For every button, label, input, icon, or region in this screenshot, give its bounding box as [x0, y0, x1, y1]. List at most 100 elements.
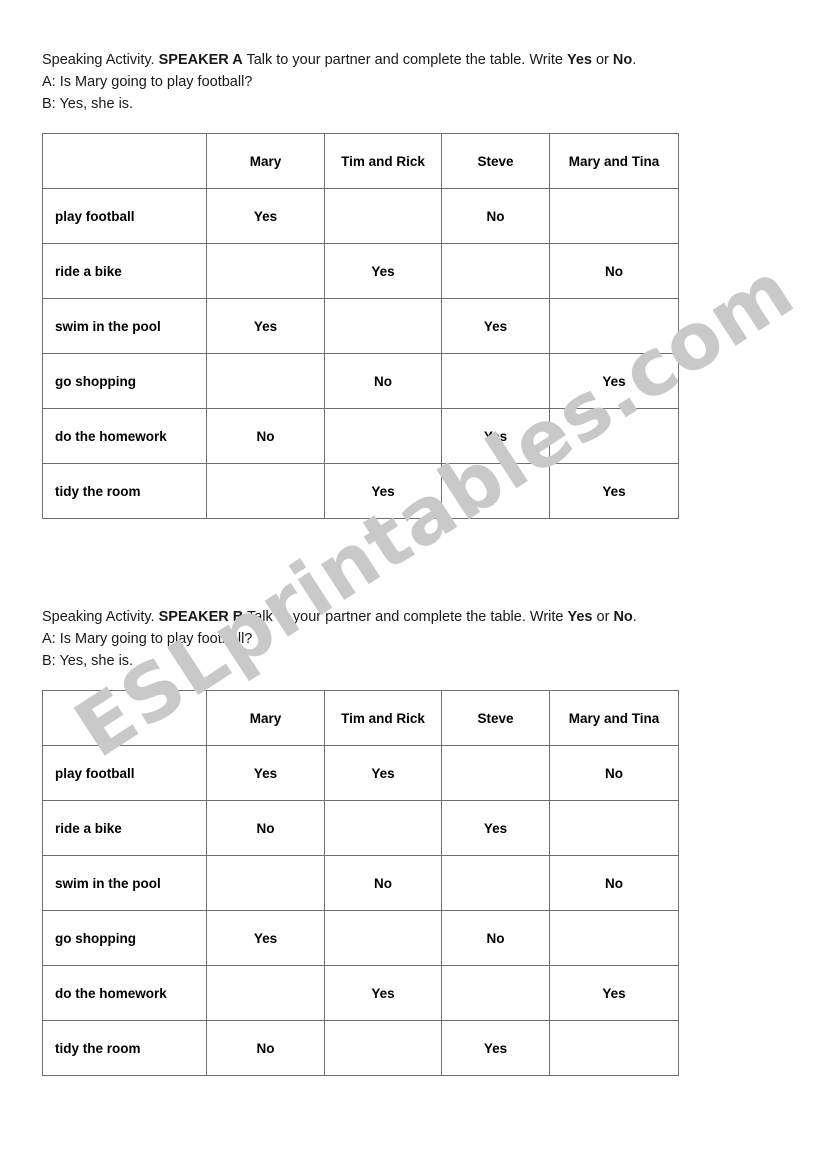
table-row: tidy the room Yes Yes [42, 463, 679, 519]
answer-cell[interactable] [206, 965, 325, 1021]
speaker-b-table-wrapper: Mary Tim and Rick Steve Mary and Tina pl… [42, 690, 679, 1076]
speaker-b-dialog-answer: B: Yes, she is. [42, 653, 134, 669]
speaker-b-instructions: Speaking Activity. SPEAKER B Talk to you… [42, 607, 742, 628]
speaker-a-table-wrapper: Mary Tim and Rick Steve Mary and Tina pl… [42, 133, 679, 519]
row-label: play football [42, 188, 207, 244]
answer-cell[interactable] [441, 855, 550, 911]
row-label: do the homework [42, 408, 207, 464]
table-row: ride a bike Yes No [42, 243, 679, 299]
answer-cell[interactable] [549, 298, 679, 354]
answer-cell[interactable]: Yes [206, 745, 325, 801]
speaker-a-dialog-answer: B: Yes, she is. [42, 96, 134, 112]
answer-cell[interactable] [324, 188, 442, 244]
answer-cell[interactable]: Yes [441, 298, 550, 354]
table-header-mary: Mary [206, 690, 325, 746]
table-row: go shopping No Yes [42, 353, 679, 409]
table-row: swim in the pool No No [42, 855, 679, 911]
speaker-a-table-body: play football Yes No ride a bike Yes No [42, 188, 679, 519]
answer-cell[interactable]: No [206, 1020, 325, 1076]
answer-cell[interactable] [441, 243, 550, 299]
row-label: tidy the room [42, 1020, 207, 1076]
answer-cell[interactable] [324, 910, 442, 966]
answer-cell[interactable] [206, 243, 325, 299]
answer-cell[interactable]: No [206, 800, 325, 856]
answer-cell[interactable]: No [549, 745, 679, 801]
table-row: play football Yes Yes No [42, 745, 679, 801]
answer-cell[interactable] [441, 463, 550, 519]
intro-middle: Talk to your partner and complete the ta… [243, 609, 568, 625]
answer-cell[interactable] [324, 1020, 442, 1076]
answer-cell[interactable]: Yes [206, 298, 325, 354]
answer-cell[interactable]: Yes [441, 408, 550, 464]
intro-no: No [613, 609, 633, 625]
answer-cell[interactable]: No [441, 910, 550, 966]
intro-prefix: Speaking Activity. [42, 52, 159, 68]
table-header-tim-and-rick: Tim and Rick [324, 133, 442, 189]
speaker-b-dialog-question: A: Is Mary going to play football? [42, 631, 253, 647]
table-corner-cell [42, 690, 207, 746]
answer-cell[interactable] [549, 188, 679, 244]
speaker-a-table-head: Mary Tim and Rick Steve Mary and Tina [42, 133, 679, 189]
table-header-mary-and-tina: Mary and Tina [549, 133, 679, 189]
answer-cell[interactable]: Yes [441, 800, 550, 856]
answer-cell[interactable]: Yes [206, 910, 325, 966]
speaker-a-dialog-question: A: Is Mary going to play football? [42, 74, 253, 90]
answer-cell[interactable]: No [206, 408, 325, 464]
answer-cell[interactable] [206, 855, 325, 911]
table-row: ride a bike No Yes [42, 800, 679, 856]
intro-end: . [632, 609, 637, 625]
intro-yes: Yes [567, 609, 593, 625]
answer-cell[interactable] [549, 408, 679, 464]
answer-cell[interactable]: Yes [324, 965, 442, 1021]
answer-cell[interactable] [441, 745, 550, 801]
row-label: ride a bike [42, 800, 207, 856]
answer-cell[interactable] [206, 463, 325, 519]
answer-cell[interactable]: No [324, 855, 442, 911]
answer-cell[interactable] [549, 800, 679, 856]
intro-no: No [612, 52, 633, 68]
table-header-mary-and-tina: Mary and Tina [549, 690, 679, 746]
answer-cell[interactable]: No [441, 188, 550, 244]
table-header-row: Mary Tim and Rick Steve Mary and Tina [42, 690, 679, 746]
answer-cell[interactable]: Yes [549, 463, 679, 519]
answer-cell[interactable]: Yes [549, 965, 679, 1021]
answer-cell[interactable] [206, 353, 325, 409]
row-label: do the homework [42, 965, 207, 1021]
table-row: tidy the room No Yes [42, 1020, 679, 1076]
table-row: play football Yes No [42, 188, 679, 244]
row-label: swim in the pool [42, 855, 207, 911]
row-label: go shopping [42, 910, 207, 966]
answer-cell[interactable]: Yes [324, 463, 442, 519]
answer-cell[interactable] [441, 965, 550, 1021]
table-header-mary: Mary [206, 133, 325, 189]
intro-yes: Yes [566, 52, 592, 68]
intro-or: or [592, 609, 614, 625]
answer-cell[interactable]: Yes [324, 745, 442, 801]
speaker-a-instructions: Speaking Activity. SPEAKER A Talk to you… [42, 50, 742, 71]
answer-cell[interactable]: No [549, 243, 679, 299]
answer-cell[interactable] [549, 1020, 679, 1076]
speaker-label: SPEAKER A [158, 52, 243, 68]
answer-cell[interactable]: Yes [549, 353, 679, 409]
answer-cell[interactable]: No [549, 855, 679, 911]
row-label: ride a bike [42, 243, 207, 299]
answer-cell[interactable]: Yes [206, 188, 325, 244]
answer-cell[interactable] [324, 298, 442, 354]
answer-cell[interactable] [324, 800, 442, 856]
intro-middle: Talk to your partner and complete the ta… [242, 52, 567, 68]
table-row: go shopping Yes No [42, 910, 679, 966]
answer-cell[interactable]: Yes [324, 243, 442, 299]
answer-cell[interactable] [549, 910, 679, 966]
table-header-tim-and-rick: Tim and Rick [324, 690, 442, 746]
speaker-b-table-head: Mary Tim and Rick Steve Mary and Tina [42, 690, 679, 746]
answer-cell[interactable]: Yes [441, 1020, 550, 1076]
speaker-a-table: Mary Tim and Rick Steve Mary and Tina pl… [42, 133, 679, 519]
row-label: tidy the room [42, 463, 207, 519]
speaker-label: SPEAKER B [158, 609, 244, 625]
answer-cell[interactable]: No [324, 353, 442, 409]
answer-cell[interactable] [441, 353, 550, 409]
worksheet-page: Speaking Activity. SPEAKER A Talk to you… [0, 0, 821, 1161]
intro-end: . [632, 52, 637, 68]
answer-cell[interactable] [324, 408, 442, 464]
row-label: play football [42, 745, 207, 801]
